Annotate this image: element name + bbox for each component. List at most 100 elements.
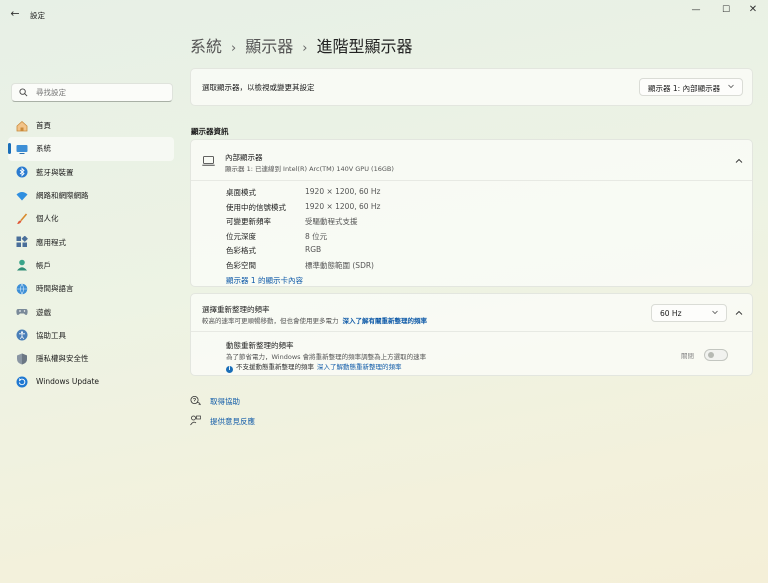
page-title: 進階型顯示器 <box>316 37 413 56</box>
update-icon <box>16 376 28 388</box>
spec-label: 色彩空間 <box>226 260 256 270</box>
refresh-rate-header: 選擇重新整理的頻率 較高的速率可更順暢移動，但也會使用更多電力 深入了解有關重新整… <box>191 294 752 332</box>
person-icon <box>16 259 28 271</box>
sidebar-item-home[interactable]: 首頁 <box>8 114 174 137</box>
sidebar-item-label: 隱私權與安全性 <box>36 354 89 364</box>
spec-label: 位元深度 <box>226 231 256 241</box>
globe-clock-icon <box>16 283 28 295</box>
display-selector-dropdown[interactable]: 顯示器 1: 內部顯示器 <box>639 78 743 96</box>
sidebar-item-label: 網路和網際網路 <box>36 191 89 201</box>
apps-icon <box>16 236 28 248</box>
sidebar-item-bluetooth[interactable]: 藍牙與裝置 <box>8 161 174 184</box>
accessibility-icon <box>16 329 28 341</box>
toggle-knob <box>708 352 714 358</box>
bluetooth-icon <box>16 166 28 178</box>
dynamic-refresh-note-text: 不支援動態重新整理的頻率 <box>236 363 314 371</box>
app-title: 設定 <box>30 11 45 20</box>
spec-value: 標準動態範圍 (SDR) <box>305 260 374 270</box>
sidebar-item-label: Windows Update <box>36 377 100 387</box>
close-button[interactable]: ✕ <box>743 3 763 17</box>
dynamic-refresh-toggle-label: 關閉 <box>681 352 694 360</box>
sidebar-item-personalization[interactable]: 個人化 <box>8 207 174 230</box>
chevron-up-icon[interactable] <box>732 306 746 320</box>
display-info-heading: 顯示器資訊 <box>191 127 229 136</box>
chevron-down-icon <box>712 310 718 315</box>
sidebar-item-label: 協助工具 <box>36 330 66 340</box>
spec-value: 1920 × 1200, 60 Hz <box>305 187 381 196</box>
laptop-icon <box>202 156 215 166</box>
title-bar: ← 設定 — ☐ ✕ <box>0 0 768 28</box>
feedback-icon <box>190 415 201 426</box>
sidebar-nav: 首頁 系統 藍牙與裝置 網路和網際網路 個人化 應用程式 帳戶 時間與語言 遊戲… <box>8 114 174 394</box>
spec-label: 桌面模式 <box>226 188 256 197</box>
sidebar-item-accessibility[interactable]: 協助工具 <box>8 324 174 347</box>
sidebar-item-label: 帳戶 <box>36 260 51 270</box>
refresh-rate-card: 選擇重新整理的頻率 較高的速率可更順暢移動，但也會使用更多電力 深入了解有關重新整… <box>190 293 753 376</box>
adapter-properties-link[interactable]: 顯示器 1 的顯示卡內容 <box>226 275 303 286</box>
dynamic-refresh-learn-more-link[interactable]: 深入了解動態重新整理的頻率 <box>317 363 402 371</box>
sidebar-item-privacy-security[interactable]: 隱私權與安全性 <box>8 347 174 370</box>
select-display-label: 選取顯示器，以檢視或變更其設定 <box>202 83 315 92</box>
sidebar-item-network[interactable]: 網路和網際網路 <box>8 184 174 207</box>
breadcrumb-system[interactable]: 系統 <box>190 37 222 56</box>
info-icon: i <box>226 366 233 373</box>
refresh-rate-description: 較高的速率可更順暢移動，但也會使用更多電力 深入了解有關重新整理的頻率 <box>202 315 427 325</box>
sidebar-item-accounts[interactable]: 帳戶 <box>8 254 174 277</box>
search-input[interactable] <box>36 86 166 99</box>
sidebar-item-label: 首頁 <box>36 121 51 131</box>
display-selector-value: 顯示器 1: 內部顯示器 <box>648 84 721 93</box>
give-feedback-link[interactable]: 提供意見反應 <box>210 416 255 427</box>
refresh-rate-title: 選擇重新整理的頻率 <box>202 305 270 314</box>
select-display-card: 選取顯示器，以檢視或變更其設定 顯示器 1: 內部顯示器 <box>190 68 753 106</box>
spec-value: 8 位元 <box>305 231 328 241</box>
dynamic-refresh-note: i 不支援動態重新整理的頻率 深入了解動態重新整理的頻率 <box>226 361 402 373</box>
sidebar-item-label: 應用程式 <box>36 237 66 247</box>
sidebar-item-label: 遊戲 <box>36 307 51 317</box>
breadcrumb-separator: › <box>302 41 308 56</box>
breadcrumb-display[interactable]: 顯示器 <box>245 37 293 56</box>
sidebar-item-gaming[interactable]: 遊戲 <box>8 300 174 323</box>
dynamic-refresh-description: 為了節省電力，Windows 會將重新整理的頻率調整為上方選取的速率 <box>226 353 427 361</box>
display-name: 內部顯示器 <box>225 153 263 162</box>
refresh-rate-learn-more-link[interactable]: 深入了解有關重新整理的頻率 <box>343 317 428 325</box>
get-help-link[interactable]: 取得協助 <box>210 396 240 407</box>
breadcrumb-separator: › <box>231 41 237 56</box>
display-connection: 顯示器 1: 已連線到 Intel(R) Arc(TM) 140V GPU (1… <box>225 165 394 173</box>
refresh-rate-dropdown[interactable]: 60 Hz <box>651 304 727 322</box>
back-button[interactable]: ← <box>8 7 22 21</box>
gamepad-icon <box>16 306 28 318</box>
brush-icon <box>16 213 28 225</box>
shield-icon <box>16 353 28 365</box>
dynamic-refresh-title: 動態重新整理的頻率 <box>226 341 294 350</box>
search-icon <box>19 88 28 97</box>
sidebar-item-label: 個人化 <box>36 214 59 224</box>
spec-value: RGB <box>305 245 322 254</box>
sidebar-item-label: 系統 <box>36 144 51 154</box>
sidebar-item-apps[interactable]: 應用程式 <box>8 230 174 253</box>
maximize-button[interactable]: ☐ <box>716 3 736 17</box>
chevron-up-icon[interactable] <box>732 154 746 168</box>
home-icon <box>16 120 28 132</box>
spec-value: 受驅動程式支援 <box>305 217 358 226</box>
help-icon <box>190 396 201 406</box>
display-info-header[interactable]: 內部顯示器 顯示器 1: 已連線到 Intel(R) Arc(TM) 140V … <box>191 140 752 181</box>
sidebar-item-time-language[interactable]: 時間與語言 <box>8 277 174 300</box>
dynamic-refresh-toggle[interactable] <box>704 349 728 361</box>
minimize-button[interactable]: — <box>686 3 706 17</box>
sidebar-item-label: 藍牙與裝置 <box>36 167 74 177</box>
search-box[interactable] <box>11 83 173 102</box>
spec-value: 1920 × 1200, 60 Hz <box>305 201 381 211</box>
refresh-rate-value: 60 Hz <box>660 309 682 318</box>
spec-label: 色彩格式 <box>226 246 256 255</box>
wifi-icon <box>16 190 28 202</box>
refresh-rate-description-text: 較高的速率可更順暢移動，但也會使用更多電力 <box>202 317 339 325</box>
breadcrumb: 系統 › 顯示器 › 進階型顯示器 <box>190 33 412 57</box>
display-info-card: 內部顯示器 顯示器 1: 已連線到 Intel(R) Arc(TM) 140V … <box>190 139 753 287</box>
chevron-down-icon <box>728 84 734 89</box>
sidebar-item-windows-update[interactable]: Windows Update <box>8 370 174 393</box>
system-icon <box>16 143 28 155</box>
spec-label: 可變更新頻率 <box>226 217 271 226</box>
spec-label: 使用中的信號模式 <box>226 202 286 212</box>
sidebar-item-label: 時間與語言 <box>36 284 74 294</box>
sidebar-item-system[interactable]: 系統 <box>8 137 174 161</box>
